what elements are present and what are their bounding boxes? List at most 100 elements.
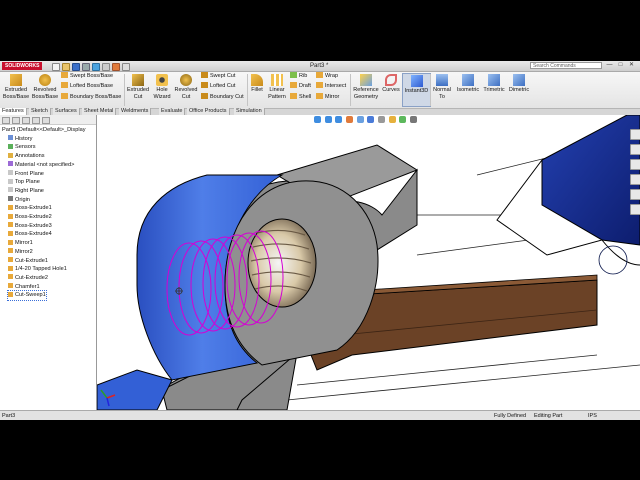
linear-pattern-button[interactable]: Linear Pattern	[266, 73, 288, 101]
section-view-icon[interactable]	[346, 116, 354, 123]
property-manager-tab-icon[interactable]	[12, 117, 20, 124]
status-bar: Part3 Fully Defined Editing Part IPS	[0, 410, 640, 420]
tree-item[interactable]: Mirror1	[8, 239, 33, 248]
tab-office-products[interactable]: Office Products	[187, 108, 230, 115]
command-manager: Extruded Boss/Base Revolved Boss/Base Sw…	[0, 72, 640, 109]
tab-weldments[interactable]: Weldments	[119, 108, 152, 115]
wrap-button[interactable]: Wrap	[316, 72, 338, 81]
status-units[interactable]: IPS	[588, 412, 597, 420]
new-document-icon[interactable]	[52, 63, 60, 71]
search-commands-input[interactable]: Search Commands	[530, 62, 602, 69]
tab-features[interactable]: Features	[0, 108, 27, 115]
undo-icon[interactable]	[92, 63, 100, 71]
normal-to-icon	[436, 74, 448, 86]
lofted-boss-button[interactable]: Lofted Boss/Base	[61, 82, 113, 91]
tree-root-part[interactable]: Part3 (Default<<Default>_Display	[2, 126, 86, 135]
fillet-button[interactable]: Fillet	[249, 73, 265, 94]
normal-to-button[interactable]: Normal To	[431, 73, 453, 101]
navy-block[interactable]	[496, 115, 640, 275]
instant3d-button[interactable]: Instant3D	[402, 73, 431, 107]
tab-sheet-metal[interactable]: Sheet Metal	[82, 108, 117, 115]
swept-boss-button[interactable]: Swept Boss/Base	[61, 72, 113, 81]
graphics-area[interactable]	[97, 115, 640, 410]
custom-properties-icon[interactable]	[630, 204, 640, 215]
tree-item[interactable]: Boss-Extrude2	[8, 213, 52, 222]
view-settings-icon[interactable]	[410, 116, 418, 123]
tree-item[interactable]: Material <not specified>	[8, 161, 74, 170]
tree-item[interactable]: 1/4-20 Tapped Hole1	[8, 265, 67, 274]
trimetric-button[interactable]: Trimetric	[481, 73, 507, 94]
tree-item[interactable]: Boss-Extrude1	[8, 204, 52, 213]
lofted-boss-icon	[61, 82, 68, 88]
select-arrow-icon[interactable]	[102, 63, 110, 71]
tree-item[interactable]: Cut-Extrude1	[8, 257, 48, 266]
tab-surfaces[interactable]: Surfaces	[53, 108, 80, 115]
apply-scene-icon[interactable]	[399, 116, 407, 123]
tab-simulation[interactable]: Simulation	[234, 108, 265, 115]
display-style-icon[interactable]	[367, 116, 375, 123]
solidworks-logo[interactable]: SOLIDWORKS	[2, 62, 43, 70]
tab-evaluate[interactable]: Evaluate	[159, 108, 186, 115]
dimetric-button[interactable]: Dimetric	[507, 73, 531, 94]
previous-view-icon[interactable]	[335, 116, 343, 123]
model-view[interactable]	[97, 115, 640, 410]
tree-item-label: Cut-Extrude2	[15, 274, 48, 281]
intersect-button[interactable]: Intersect	[316, 82, 346, 91]
tree-item[interactable]: Annotations	[8, 152, 45, 161]
draft-button[interactable]: Draft	[290, 82, 311, 91]
feature-tree-tab-icon[interactable]	[2, 117, 10, 124]
tree-item[interactable]: Cut-Sweep1	[7, 290, 47, 301]
isometric-button[interactable]: Isometric	[455, 73, 481, 94]
close-button[interactable]: ✕	[628, 62, 635, 69]
swept-cut-button[interactable]: Swept Cut	[201, 72, 235, 81]
tree-item[interactable]: Origin	[8, 196, 30, 205]
mirror-button[interactable]: Mirror	[316, 93, 339, 102]
hole-wizard-button[interactable]: Hole Wizard	[151, 73, 173, 101]
view-palette-icon[interactable]	[630, 174, 640, 185]
tree-item[interactable]: Right Plane	[8, 187, 44, 196]
file-explorer-icon[interactable]	[630, 159, 640, 170]
tree-item-label: 1/4-20 Tapped Hole1	[15, 266, 67, 273]
design-library-icon[interactable]	[630, 144, 640, 155]
options-gear-icon[interactable]	[122, 63, 130, 71]
shell-button[interactable]: Shell	[290, 93, 311, 102]
tab-sketch[interactable]: Sketch	[29, 108, 51, 115]
lofted-cut-button[interactable]: Lofted Cut	[201, 82, 235, 91]
tree-item[interactable]: Chamfer1	[8, 283, 40, 292]
extruded-cut-button[interactable]: Extruded Cut	[126, 73, 150, 101]
view-orientation-icon[interactable]	[356, 116, 364, 123]
appearances-scenes-icon[interactable]	[630, 189, 640, 200]
curves-button[interactable]: Curves	[381, 73, 401, 94]
minimize-button[interactable]: —	[606, 62, 613, 69]
maximize-button[interactable]: □	[617, 62, 624, 69]
tree-item[interactable]: History	[8, 135, 32, 144]
zoom-to-fit-icon[interactable]	[314, 116, 321, 123]
rib-button[interactable]: Rib	[290, 72, 307, 81]
tree-item[interactable]: Sensors	[8, 143, 36, 152]
revolved-cut-button[interactable]: Revolved Cut	[173, 73, 199, 101]
solidworks-resources-icon[interactable]	[630, 129, 640, 140]
tree-item[interactable]: Top Plane	[8, 178, 40, 187]
boundary-boss-button[interactable]: Boundary Boss/Base	[61, 93, 121, 102]
boundary-cut-button[interactable]: Boundary Cut	[201, 93, 244, 102]
print-icon[interactable]	[82, 63, 90, 71]
extruded-boss-button[interactable]: Extruded Boss/Base	[1, 73, 31, 101]
task-pane-tabs	[630, 129, 640, 269]
save-icon[interactable]	[72, 63, 80, 71]
zoom-area-icon[interactable]	[324, 116, 332, 123]
hide-show-items-icon[interactable]	[378, 116, 386, 123]
tree-item[interactable]: Cut-Extrude2	[8, 274, 48, 283]
tree-item[interactable]: Mirror2	[8, 248, 33, 257]
rebuild-icon[interactable]	[112, 63, 120, 71]
revolved-boss-button[interactable]: Revolved Boss/Base	[31, 73, 59, 101]
dimxpert-tab-icon[interactable]	[32, 117, 40, 124]
tree-item[interactable]: Boss-Extrude3	[8, 222, 52, 231]
ribbon-separator	[350, 74, 351, 106]
tree-item[interactable]: Front Plane	[8, 170, 44, 179]
edit-appearance-icon[interactable]	[388, 116, 396, 123]
reference-geometry-button[interactable]: Reference Geometry	[352, 73, 380, 101]
tree-item[interactable]: Boss-Extrude4	[8, 230, 52, 239]
open-folder-icon[interactable]	[62, 63, 70, 71]
configuration-manager-tab-icon[interactable]	[22, 117, 30, 124]
display-manager-tab-icon[interactable]	[42, 117, 50, 124]
